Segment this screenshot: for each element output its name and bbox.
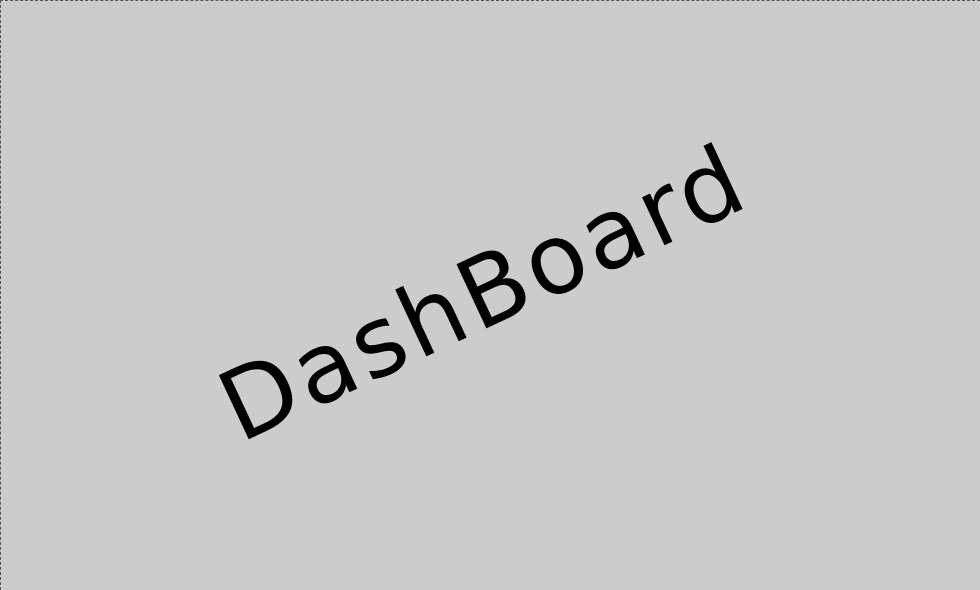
dashboard-placeholder-canvas: DashBoard <box>0 0 980 590</box>
dashboard-placeholder-label: DashBoard <box>202 121 764 465</box>
